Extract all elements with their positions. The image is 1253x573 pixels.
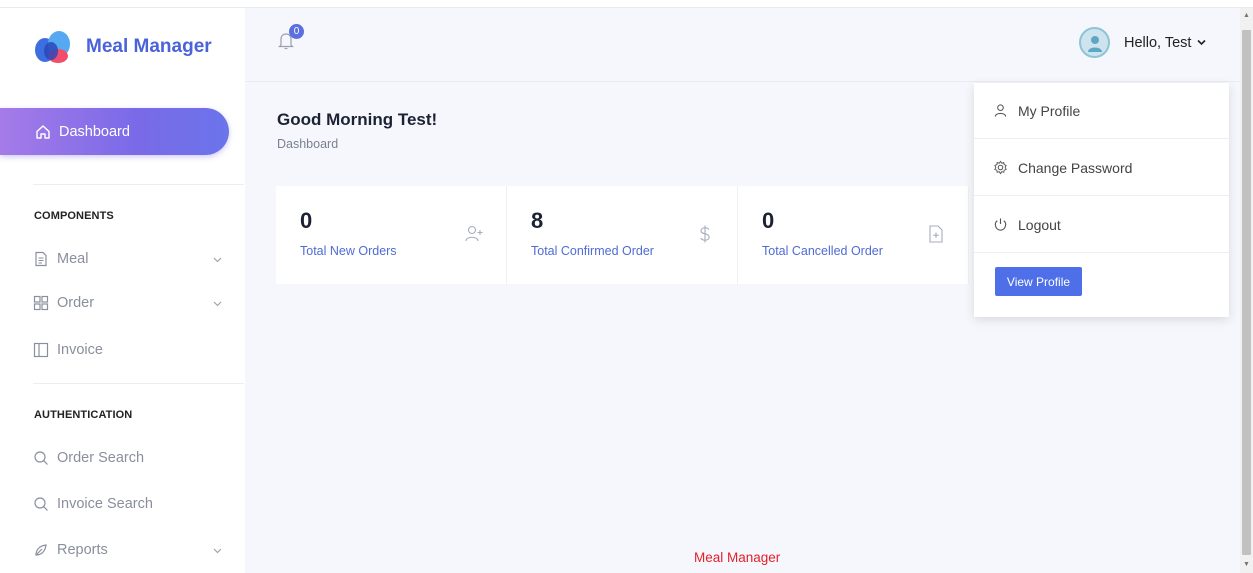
sidebar-item-reports[interactable]: Reports <box>33 538 223 562</box>
menu-item-label: Change Password <box>1018 159 1133 176</box>
scroll-up-arrow-icon[interactable]: ▲ <box>1243 12 1250 19</box>
user-dropdown-menu: My Profile Change Password Logout View P… <box>974 83 1229 317</box>
view-profile-button[interactable]: View Profile <box>995 267 1082 296</box>
add-user-icon <box>465 225 483 242</box>
gear-icon <box>994 160 1007 175</box>
stat-card-new-orders: 0 Total New Orders <box>276 186 507 284</box>
menu-item-label: My Profile <box>1018 102 1081 119</box>
dollar-icon <box>700 225 710 243</box>
page-scrollbar[interactable]: ▲ ▼ <box>1240 8 1253 573</box>
scroll-down-arrow-icon[interactable]: ▼ <box>1243 561 1250 568</box>
chevron-down-icon <box>213 301 222 307</box>
app-name: Meal Manager <box>86 36 212 57</box>
document-icon <box>35 251 47 267</box>
grid-icon <box>33 295 49 311</box>
stat-label: Total Cancelled Order <box>762 244 883 258</box>
footer-text: Meal Manager <box>694 550 781 565</box>
panel-icon <box>33 342 49 358</box>
chevron-down-icon <box>213 548 222 554</box>
sidebar-item-dashboard[interactable]: Dashboard <box>0 108 229 155</box>
user-avatar-icon <box>1087 35 1102 52</box>
window-top-strip <box>0 0 1253 8</box>
menu-item-change-password[interactable]: Change Password <box>974 140 1229 196</box>
sidebar-item-label: Meal <box>57 251 89 267</box>
search-icon <box>34 497 48 511</box>
user-icon <box>994 104 1007 117</box>
user-greeting: Hello, Test <box>1124 34 1192 51</box>
stat-value: 0 <box>762 208 775 233</box>
section-title-authentication: AUTHENTICATION <box>34 409 133 421</box>
breadcrumb: Dashboard <box>277 137 339 151</box>
notification-badge: 0 <box>289 24 304 39</box>
pen-icon <box>35 544 47 556</box>
sidebar-item-label: Reports <box>57 542 108 558</box>
page-title: Good Morning Test! <box>277 110 438 129</box>
stat-value: 0 <box>300 208 313 233</box>
sidebar-item-order[interactable]: Order <box>33 291 223 315</box>
sidebar-item-label: Invoice Search <box>57 496 153 512</box>
chevron-down-icon <box>213 257 222 263</box>
user-menu-toggle[interactable]: Hello, Test <box>1079 27 1207 58</box>
search-icon <box>34 451 48 465</box>
stats-cards: 0 Total New Orders 8 Total Confirmed Ord… <box>276 186 969 284</box>
sidebar: Meal Manager Dashboard COMPONENTS Meal O… <box>0 8 245 573</box>
header-divider <box>245 81 1240 82</box>
sidebar-item-invoice[interactable]: Invoice <box>33 338 223 362</box>
file-plus-icon <box>929 225 943 243</box>
sidebar-item-meal[interactable]: Meal <box>33 247 223 271</box>
stat-label: Total New Orders <box>300 244 397 258</box>
menu-item-my-profile[interactable]: My Profile <box>974 83 1229 139</box>
sidebar-item-label: Order <box>57 295 95 311</box>
home-icon <box>36 124 50 139</box>
sidebar-item-invoice-search[interactable]: Invoice Search <box>33 492 223 516</box>
avatar <box>1079 27 1110 58</box>
app-logo[interactable]: Meal Manager <box>34 30 212 64</box>
logo-icon <box>35 31 70 63</box>
stat-value: 8 <box>531 208 544 233</box>
sidebar-divider <box>33 383 244 384</box>
stat-card-cancelled-orders: 0 Total Cancelled Order <box>738 186 969 284</box>
sidebar-item-label: Invoice <box>57 342 103 358</box>
sidebar-item-order-search[interactable]: Order Search <box>33 446 223 470</box>
sidebar-item-label: Dashboard <box>59 123 130 140</box>
stat-label: Total Confirmed Order <box>531 244 654 258</box>
stat-card-confirmed-orders: 8 Total Confirmed Order <box>507 186 738 284</box>
sidebar-item-label: Order Search <box>57 450 145 466</box>
menu-item-label: Logout <box>1018 216 1061 233</box>
power-icon <box>994 218 1007 231</box>
section-title-components: COMPONENTS <box>34 210 114 222</box>
scrollbar-thumb[interactable] <box>1242 30 1251 555</box>
chevron-down-icon <box>1197 39 1207 46</box>
sidebar-divider <box>33 184 244 185</box>
menu-item-logout[interactable]: Logout <box>974 197 1229 253</box>
